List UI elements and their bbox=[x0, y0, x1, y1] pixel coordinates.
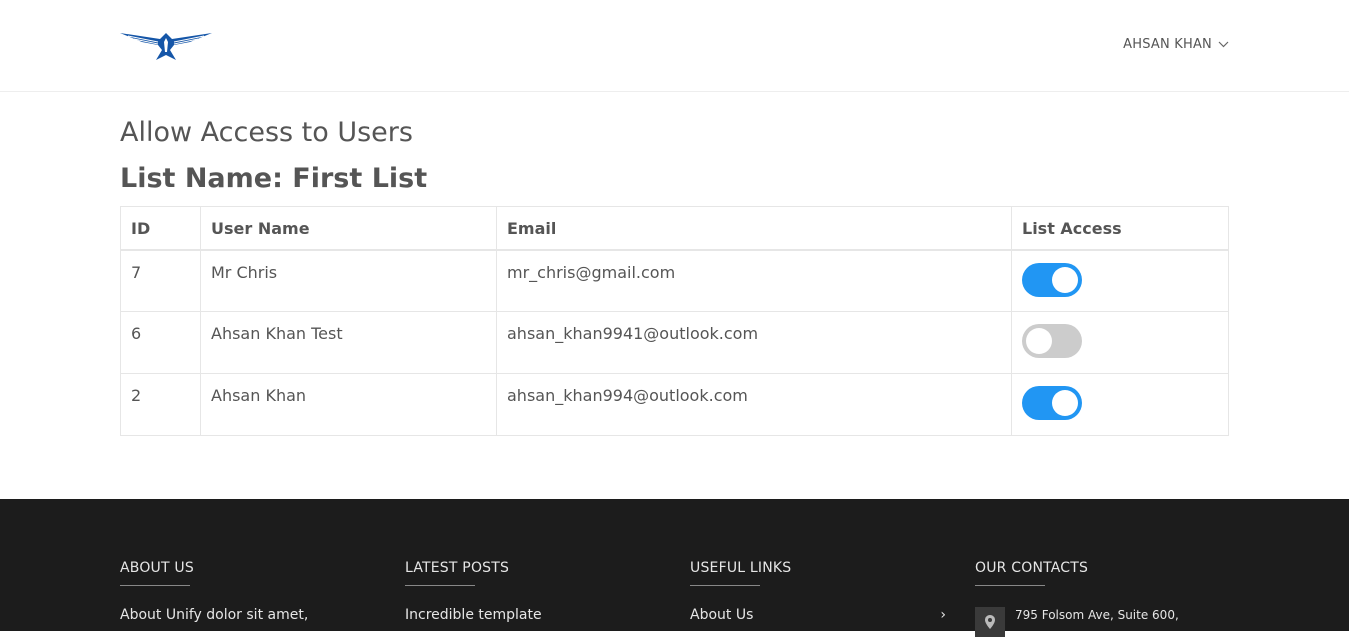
cell-email: ahsan_khan9941@outlook.com bbox=[496, 311, 1012, 374]
contact-address-row: 795 Folsom Ave, Suite 600, bbox=[975, 607, 1225, 637]
map-pin-icon bbox=[975, 607, 1005, 637]
table-row: 6 Ahsan Khan Test ahsan_khan9941@outlook… bbox=[120, 311, 1229, 374]
column-header-user-name: User Name bbox=[200, 206, 497, 250]
footer-heading-links: USEFUL LINKS bbox=[690, 560, 792, 576]
toggle-knob bbox=[1052, 266, 1078, 293]
footer-link-about-us[interactable]: About Us › bbox=[690, 607, 946, 623]
footer-divider bbox=[405, 585, 475, 586]
cell-list-access bbox=[1011, 249, 1229, 312]
footer-heading-about: ABOUT US bbox=[120, 560, 194, 576]
page-title: Allow Access to Users bbox=[120, 117, 413, 148]
table-header-row: ID User Name Email List Access bbox=[120, 206, 1229, 250]
users-access-table: ID User Name Email List Access 7 Mr Chri… bbox=[120, 206, 1229, 436]
column-header-id: ID bbox=[120, 206, 201, 250]
footer-post-link[interactable]: Incredible template bbox=[405, 607, 655, 623]
cell-list-access bbox=[1011, 373, 1229, 436]
site-header: AHSAN KHAN bbox=[0, 0, 1349, 92]
user-name[interactable]: AHSAN KHAN bbox=[1123, 37, 1212, 52]
access-toggle[interactable] bbox=[1022, 262, 1082, 297]
site-footer: ABOUT US About Unify dolor sit amet, LAT… bbox=[0, 499, 1349, 637]
access-toggle[interactable] bbox=[1022, 324, 1082, 358]
footer-link-label[interactable]: About Us bbox=[690, 607, 753, 623]
cell-email: ahsan_khan994@outlook.com bbox=[496, 373, 1012, 436]
footer-divider bbox=[120, 585, 190, 586]
cell-list-access bbox=[1011, 311, 1229, 374]
eagle-logo[interactable] bbox=[120, 28, 212, 62]
footer-heading-posts: LATEST POSTS bbox=[405, 560, 510, 576]
contact-address: 795 Folsom Ave, Suite 600, bbox=[1015, 608, 1179, 622]
cell-user-name: Ahsan Khan Test bbox=[200, 311, 497, 374]
cell-email: mr_chris@gmail.com bbox=[496, 249, 1012, 312]
list-name-heading: List Name: First List bbox=[120, 163, 428, 194]
cell-user-name: Mr Chris bbox=[200, 249, 497, 312]
chevron-right-icon: › bbox=[940, 607, 946, 623]
footer-posts-section: LATEST POSTS Incredible template bbox=[405, 560, 655, 623]
table-row: 7 Mr Chris mr_chris@gmail.com bbox=[120, 249, 1229, 312]
footer-heading-contacts: OUR CONTACTS bbox=[975, 560, 1089, 576]
footer-divider bbox=[690, 585, 760, 586]
cell-user-name: Ahsan Khan bbox=[200, 373, 497, 436]
toggle-knob bbox=[1026, 328, 1052, 354]
footer-divider bbox=[975, 585, 1045, 586]
footer-links-section: USEFUL LINKS About Us › bbox=[690, 560, 946, 623]
cell-id: 7 bbox=[120, 249, 201, 312]
table-row: 2 Ahsan Khan ahsan_khan994@outlook.com bbox=[120, 373, 1229, 436]
access-toggle[interactable] bbox=[1022, 386, 1082, 420]
toggle-knob bbox=[1052, 390, 1078, 416]
footer-about-text: About Unify dolor sit amet, bbox=[120, 607, 309, 623]
main-content: Allow Access to Users List Name: First L… bbox=[0, 116, 1349, 436]
footer-contacts-section: OUR CONTACTS 795 Folsom Ave, Suite 600, bbox=[975, 560, 1225, 637]
cell-id: 2 bbox=[120, 373, 201, 436]
chevron-down-icon bbox=[1218, 41, 1229, 48]
column-header-email: Email bbox=[496, 206, 1012, 250]
footer-about-section: ABOUT US About Unify dolor sit amet, bbox=[120, 560, 370, 623]
column-header-list-access: List Access bbox=[1011, 206, 1229, 250]
user-menu[interactable]: AHSAN KHAN bbox=[1123, 37, 1229, 52]
cell-id: 6 bbox=[120, 311, 201, 374]
